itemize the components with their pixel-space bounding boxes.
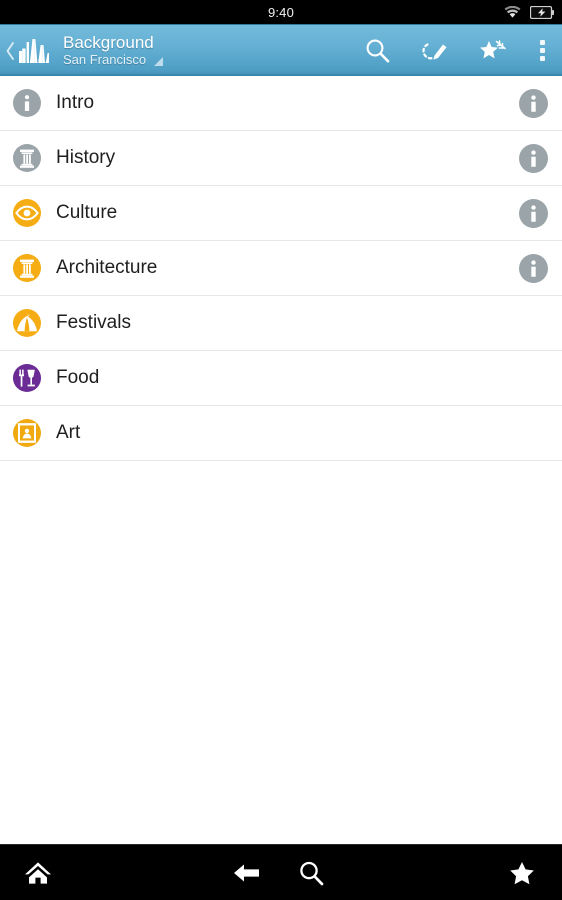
status-icons [504,0,554,24]
list-item-label: Culture [56,202,118,223]
star-icon [507,859,537,887]
page-title: Background [63,33,154,52]
back-arrow-icon [232,860,262,886]
home-icon [23,859,53,887]
bottom-nav-bar [0,844,562,900]
content-area: Intro History Culture Architecture Festi… [0,76,562,844]
category-list: Intro History Culture Architecture Festi… [0,76,562,461]
food-icon [13,364,41,392]
edit-button[interactable] [406,25,464,77]
list-item-label: Art [56,422,81,443]
dropdown-triangle-icon[interactable] [154,57,164,66]
pencil-edit-icon [420,38,450,64]
search-icon [364,37,391,64]
eye-icon [13,199,41,227]
nav-home-button[interactable] [0,845,76,900]
list-item-culture[interactable]: Culture [0,186,562,241]
list-item-label: Intro [56,92,95,113]
list-item-label: History [56,147,116,168]
pillar-icon [13,144,41,172]
list-item-art[interactable]: Art [0,406,562,461]
list-item-intro[interactable]: Intro [0,76,562,131]
app-waveform-logo-icon[interactable] [17,34,51,68]
star-sparkle-icon [477,37,509,65]
app-bar-actions [348,25,562,77]
page-subtitle: San Francisco [63,52,147,67]
nav-back-button[interactable] [215,845,279,900]
app-bar-subtitle-row[interactable]: San Francisco [63,52,348,68]
info-detail-button[interactable] [519,88,548,118]
back-chevron-icon[interactable] [4,41,16,61]
nav-star-button[interactable] [482,845,562,900]
nav-search-button[interactable] [279,845,343,900]
overflow-menu-button[interactable] [522,25,562,77]
list-item-history[interactable]: History [0,131,562,186]
pillar-icon [13,254,41,282]
overflow-dots-icon [539,40,545,61]
list-item-festivals[interactable]: Festivals [0,296,562,351]
status-clock: 9:40 [267,4,295,20]
app-bar-titles: Background San Francisco [63,33,348,68]
battery-charging-icon [530,5,554,19]
tent-icon [13,309,41,337]
info-detail-button[interactable] [519,253,548,283]
info-detail-button[interactable] [519,143,548,173]
list-item-architecture[interactable]: Architecture [0,241,562,296]
wifi-icon [504,5,521,19]
favorite-button[interactable] [464,25,522,77]
info-detail-button[interactable] [519,198,548,228]
list-item-label: Festivals [56,312,131,333]
search-button[interactable] [348,25,406,77]
search-icon [297,859,325,887]
phone-screen: 9:40 Background San Francisco Intro Hist… [0,0,562,900]
status-bar: 9:40 [0,0,562,24]
list-item-label: Food [56,367,100,388]
list-item-food[interactable]: Food [0,351,562,406]
list-item-label: Architecture [56,257,158,278]
info-icon [13,89,41,117]
artframe-icon [13,419,41,447]
app-bar: Background San Francisco [0,24,562,76]
